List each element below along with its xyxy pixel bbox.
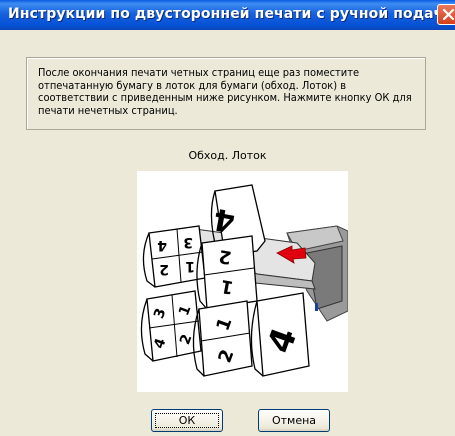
page-label-3: 3 — [183, 234, 193, 250]
page-stack-1: 4 3 2 1 — [142, 225, 206, 288]
duplex-illustration: 4 4 3 2 1 2 1 3 4 1 2 1 2 4 — [137, 171, 349, 392]
page-stack-4: 1 2 — [192, 300, 253, 377]
page-label-4: 4 — [157, 237, 167, 253]
cancel-button-label: Отмена — [271, 414, 317, 427]
duplex-illustration-svg: 4 4 3 2 1 2 1 3 4 1 2 1 2 4 — [140, 184, 349, 377]
ok-button[interactable]: ОК — [151, 409, 223, 432]
tray-caption: Обход. Лоток — [188, 149, 267, 162]
page-label-1: 1 — [185, 258, 195, 274]
close-icon — [442, 8, 455, 21]
page-stack-2: 2 1 — [196, 235, 258, 310]
dialog-window: Инструкции по двусторонней печати с ручн… — [0, 0, 455, 436]
page-label-2: 2 — [159, 261, 169, 277]
focus-rectangle — [155, 413, 219, 428]
close-button[interactable] — [437, 4, 455, 25]
instructions-text: После окончания печати четных страниц ещ… — [38, 66, 412, 117]
window-title: Инструкции по двусторонней печати с ручн… — [8, 6, 455, 22]
page-stack-5: 4 — [250, 292, 310, 377]
instructions-groupbox: После окончания печати четных страниц ещ… — [26, 57, 426, 130]
page-stack-3: 3 4 1 2 — [140, 290, 202, 362]
title-bar[interactable]: Инструкции по двусторонней печати с ручн… — [0, 0, 455, 30]
cancel-button[interactable]: Отмена — [258, 409, 330, 432]
